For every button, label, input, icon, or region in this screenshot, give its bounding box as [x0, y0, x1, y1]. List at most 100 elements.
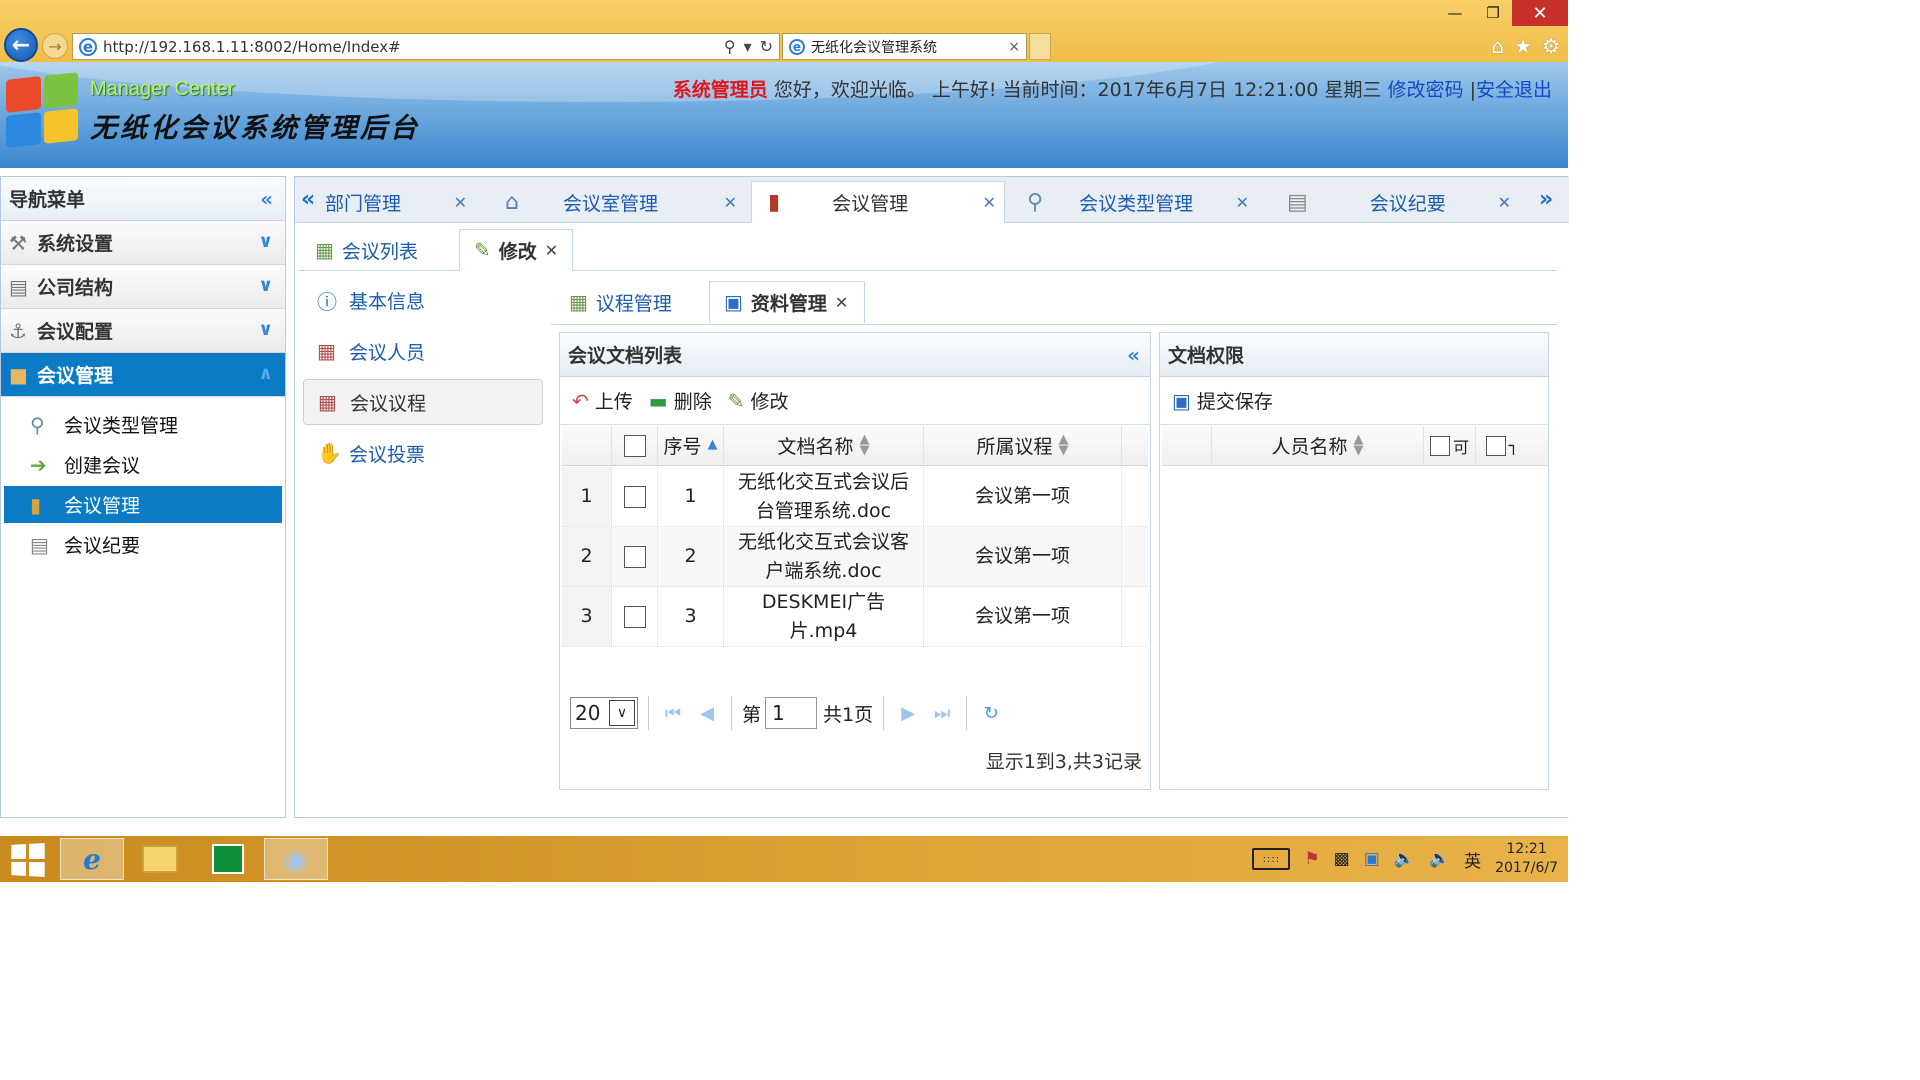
row-checkbox[interactable]: [612, 527, 658, 586]
taskbar-store[interactable]: [196, 838, 260, 880]
taskbar-ie[interactable]: e: [60, 838, 124, 880]
ime-indicator[interactable]: 英: [1464, 847, 1481, 872]
network-icon[interactable]: ▩: [1334, 849, 1350, 869]
display-icon[interactable]: ▣: [1364, 849, 1380, 869]
sidebar-section-system[interactable]: ⚒ 系统设置 ∨: [1, 221, 285, 265]
close-icon[interactable]: ✕: [724, 193, 737, 212]
table-row[interactable]: 1 1 无纸化交互式会议后 台管理系统.doc 会议第一项: [562, 467, 1148, 527]
permission-column-checkbox-a[interactable]: 可: [1424, 426, 1476, 465]
refresh-icon[interactable]: ↻: [760, 37, 773, 56]
tab-department[interactable]: 部门管理 ✕: [325, 181, 475, 223]
column-agenda[interactable]: 所属议程 ▲ ▼: [924, 426, 1122, 465]
speaker-icon[interactable]: 🔈: [1394, 849, 1415, 869]
table-row[interactable]: 2 2 无纸化交互式会议客 户端系统.doc 会议第一项: [562, 527, 1148, 587]
hammer-icon: ⚒: [9, 230, 27, 255]
collapse-left-icon[interactable]: «: [1127, 343, 1140, 367]
prev-page-icon[interactable]: ◀: [693, 703, 721, 724]
sidebar-header: 导航菜单 «: [1, 177, 285, 221]
first-page-icon[interactable]: ⏮: [659, 703, 687, 724]
tab-meeting-room[interactable]: ⌂ 会议室管理 ✕: [485, 181, 745, 223]
row-checkbox[interactable]: [612, 587, 658, 646]
address-bar[interactable]: e http://192.168.1.11:8002/Home/Index# ⚲…: [72, 33, 780, 60]
sidebar-item-create-meeting[interactable]: ➔ 创建会议: [4, 446, 282, 483]
select-all-checkbox[interactable]: [612, 426, 658, 465]
anchor-icon: ⚓: [9, 318, 27, 343]
browser-tab[interactable]: e 无纸化会议管理系统 ×: [782, 33, 1027, 60]
hand-icon: ✋: [317, 441, 342, 465]
page-number-input[interactable]: 1: [765, 697, 818, 729]
document-list-panel: 会议文档列表 « ↶ 上传 ▬ 删除 ✎ 修改 序号 ▲ 文档名称 ▲ ▼ 所属…: [559, 332, 1151, 790]
close-icon[interactable]: ✕: [1498, 193, 1511, 212]
edit-button[interactable]: ✎ 修改: [728, 387, 789, 414]
close-icon[interactable]: ✕: [835, 293, 848, 312]
tab-meeting-list[interactable]: ▦ 会议列表: [301, 229, 451, 271]
url-text[interactable]: http://192.168.1.11:8002/Home/Index#: [103, 38, 724, 56]
refresh-icon[interactable]: ↻: [977, 703, 1005, 724]
paint-palette-icon: ◉: [283, 842, 309, 876]
maximize-button[interactable]: ❐: [1474, 0, 1512, 26]
flag-icon[interactable]: ⚑: [1304, 849, 1319, 869]
gear-icon[interactable]: ⚙: [1542, 34, 1560, 58]
tab-meeting-manage[interactable]: ▮ 会议管理 ✕: [751, 181, 1005, 223]
dropdown-icon[interactable]: ▾: [744, 37, 752, 56]
close-icon[interactable]: ✕: [983, 193, 996, 212]
home-icon[interactable]: ⌂: [1491, 34, 1504, 58]
scroll-tabs-left-icon[interactable]: «: [301, 187, 315, 212]
keyboard-icon[interactable]: ::::: [1252, 848, 1291, 870]
window-close-button[interactable]: ✕: [1512, 0, 1568, 26]
doc-name-cell: 无纸化交互式会议客 户端系统.doc: [724, 527, 924, 586]
chevron-down-icon: ∨: [258, 275, 273, 296]
close-icon[interactable]: ✕: [454, 193, 467, 212]
sidebar-section-config[interactable]: ⚓ 会议配置 ∨: [1, 309, 285, 353]
calendar-icon: ▦: [317, 339, 336, 363]
package-icon: ■: [9, 362, 28, 387]
menu-basic-info[interactable]: ⓘ 基本信息: [303, 277, 543, 323]
sidebar-item-meeting-manage[interactable]: ▮ 会议管理: [4, 486, 282, 523]
collapse-left-icon[interactable]: «: [260, 187, 273, 211]
column-person-name[interactable]: 人员名称 ▲ ▼: [1212, 426, 1424, 465]
sidebar-section-meeting[interactable]: ■ 会议管理 ∧: [1, 353, 285, 397]
scroll-tabs-right-icon[interactable]: »: [1539, 187, 1553, 212]
sidebar-item-meeting-type[interactable]: ⚲ 会议类型管理: [4, 406, 282, 443]
chevron-down-icon: ∨: [258, 319, 273, 340]
row-checkbox[interactable]: [612, 467, 658, 526]
tab-agenda-manage[interactable]: ▦ 议程管理: [555, 281, 705, 323]
last-page-icon[interactable]: ⏭: [928, 703, 956, 724]
menu-members[interactable]: ▦ 会议人员: [303, 328, 543, 374]
sidebar-section-company[interactable]: ▤ 公司结构 ∨: [1, 265, 285, 309]
submit-save-button[interactable]: ▣ 提交保存: [1172, 387, 1273, 414]
close-tab-icon[interactable]: ×: [1008, 39, 1020, 55]
table-row[interactable]: 3 3 DESKMEI广告 片.mp4 会议第一项: [562, 587, 1148, 647]
taskbar-paint[interactable]: ◉: [264, 838, 328, 880]
start-button[interactable]: [11, 842, 45, 878]
taskbar-explorer[interactable]: [128, 838, 192, 880]
new-tab-button[interactable]: [1029, 33, 1051, 60]
delete-button[interactable]: ▬ 删除: [649, 387, 712, 414]
minimize-button[interactable]: —: [1436, 0, 1474, 26]
sidebar-item-minutes[interactable]: ▤ 会议纪要: [4, 526, 282, 563]
tab-minutes[interactable]: ▤ 会议纪要 ✕: [1279, 181, 1519, 223]
back-button[interactable]: ←: [4, 28, 38, 62]
column-index[interactable]: 序号 ▲: [658, 426, 724, 465]
forward-button[interactable]: →: [42, 33, 68, 59]
column-doc-name[interactable]: 文档名称 ▲ ▼: [724, 426, 924, 465]
close-icon[interactable]: ✕: [545, 241, 558, 260]
tab-meeting-type[interactable]: ⚲ 会议类型管理 ✕: [1015, 181, 1257, 223]
favorites-star-icon[interactable]: ★: [1514, 34, 1532, 58]
tab-material-manage[interactable]: ▣ 资料管理 ✕: [709, 281, 865, 323]
change-password-link[interactable]: 修改密码: [1388, 79, 1464, 101]
ie-favicon-icon: e: [789, 38, 805, 55]
permission-column-checkbox-b[interactable]: ┐: [1476, 426, 1528, 465]
next-page-icon[interactable]: ▶: [894, 703, 922, 724]
tab-edit[interactable]: ✎ 修改 ✕: [459, 229, 573, 271]
logout-link[interactable]: 安全退出: [1476, 79, 1552, 101]
search-icon[interactable]: ⚲: [724, 37, 736, 56]
menu-agenda[interactable]: ▦ 会议议程: [303, 379, 543, 425]
menu-vote[interactable]: ✋ 会议投票: [303, 430, 543, 476]
close-icon[interactable]: ✕: [1236, 193, 1249, 212]
main-tab-bar: « 部门管理 ✕ ⌂ 会议室管理 ✕ ▮ 会议管理 ✕ ⚲ 会议类型管理 ✕ ▤…: [295, 177, 1569, 223]
upload-button[interactable]: ↶ 上传: [572, 387, 633, 414]
page-size-select[interactable]: 20 ∨: [570, 697, 638, 729]
taskbar-clock[interactable]: 12:21 2017/6/7: [1495, 840, 1558, 878]
volume-icon[interactable]: 🔉: [1429, 849, 1450, 869]
